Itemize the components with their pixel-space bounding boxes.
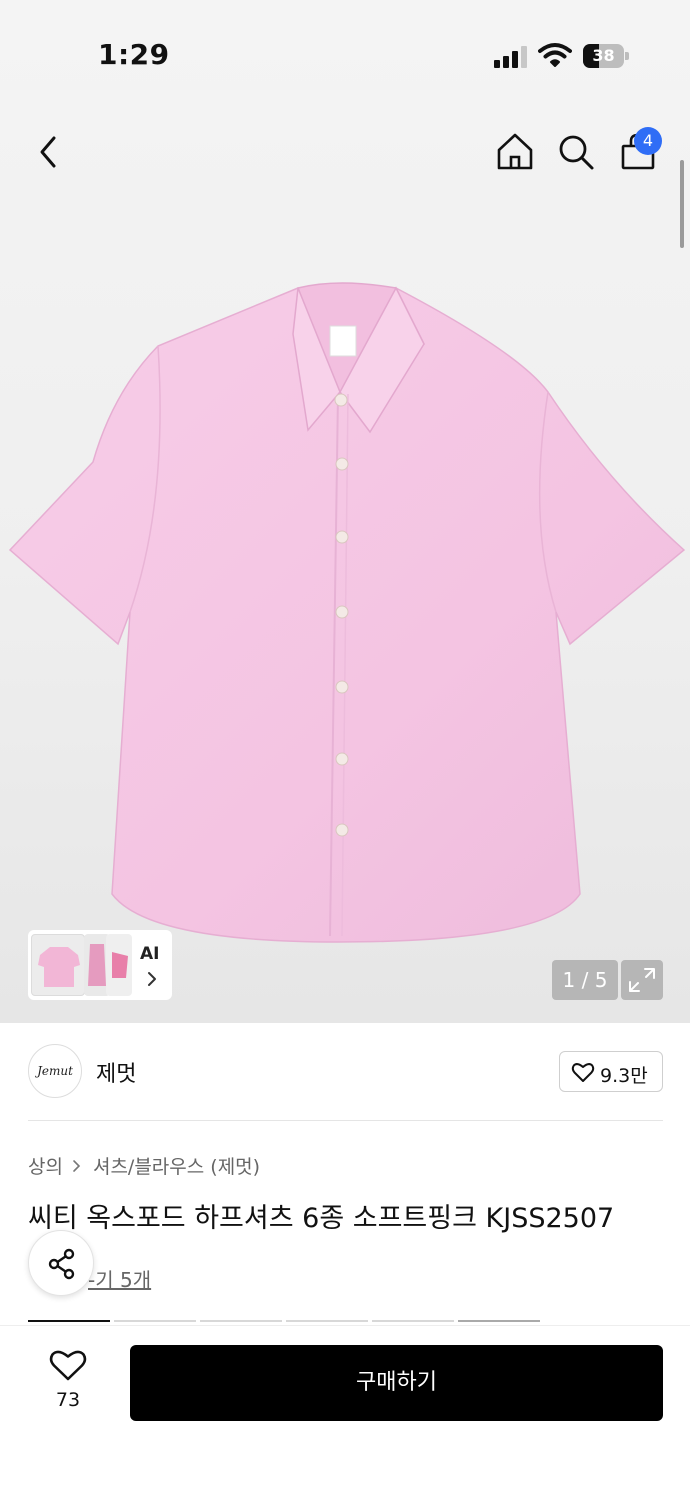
battery-level: 38 <box>592 46 615 65</box>
cart-count-badge: 4 <box>634 127 662 155</box>
share-button[interactable] <box>28 1230 94 1296</box>
battery-icon: 38 <box>583 44 629 68</box>
expand-icon <box>629 968 655 992</box>
buy-button[interactable]: 구매하기 <box>130 1345 663 1421</box>
chevron-right-icon[interactable] <box>145 970 159 988</box>
wish-count: 73 <box>55 1389 81 1411</box>
reviews-link[interactable]: -기 5개 <box>88 1264 151 1293</box>
ai-thumbnail-strip[interactable]: AI <box>28 930 172 1000</box>
search-icon[interactable] <box>550 126 602 178</box>
wifi-icon <box>538 43 572 67</box>
status-bar: 1:29 38 <box>0 0 690 110</box>
ai-label[interactable]: AI <box>140 944 159 964</box>
thumbnail-1[interactable] <box>31 934 85 996</box>
cellular-signal-icon <box>494 46 528 68</box>
brand-name[interactable]: 제멋 <box>96 1056 136 1088</box>
thumbnail-3[interactable] <box>106 934 132 996</box>
home-icon[interactable] <box>489 126 541 178</box>
chevron-right-icon <box>73 1159 81 1172</box>
breadcrumb-subcategory[interactable]: 셔츠/블라우스 (제멋) <box>93 1152 260 1179</box>
product-image[interactable] <box>8 282 686 944</box>
heart-icon[interactable] <box>48 1347 88 1383</box>
share-icon <box>48 1248 75 1280</box>
breadcrumb-category[interactable]: 상의 <box>28 1152 63 1179</box>
page-indicator: 1 / 5 <box>552 960 618 1000</box>
breadcrumb: 상의 셔츠/블라우스 (제멋) <box>28 1152 260 1179</box>
divider <box>28 1120 663 1121</box>
chevron-left-icon[interactable] <box>22 126 74 178</box>
brand-like-button[interactable]: 9.3만 <box>559 1051 663 1092</box>
brand-like-count: 9.3만 <box>600 1065 648 1087</box>
scrollbar[interactable] <box>680 160 684 248</box>
product-title: 씨티 옥스포드 하프셔츠 6종 소프트핑크 KJSS2507 <box>28 1203 615 1234</box>
heart-icon <box>571 1063 595 1082</box>
expand-button[interactable] <box>621 960 663 1000</box>
status-time: 1:29 <box>98 38 170 71</box>
brand-logo[interactable]: Jemut <box>28 1044 82 1098</box>
